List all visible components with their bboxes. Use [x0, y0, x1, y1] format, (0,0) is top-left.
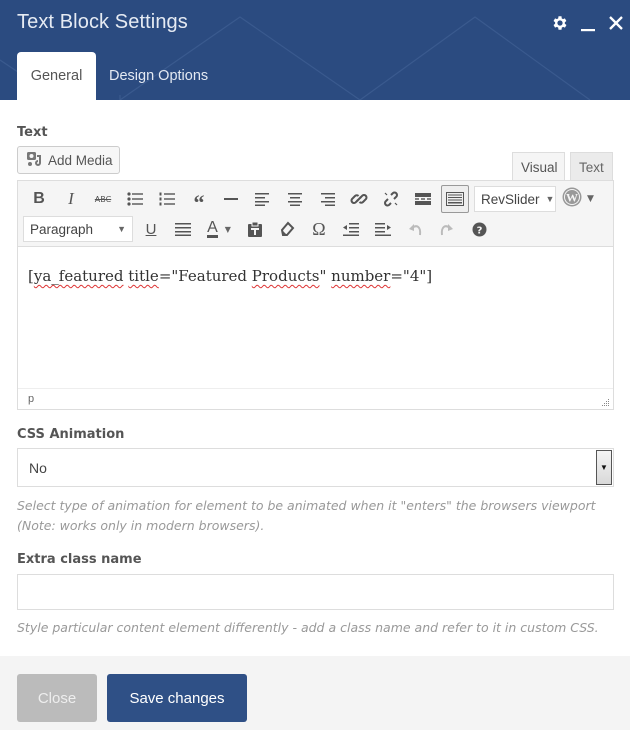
chevron-down-icon: ▼: [117, 224, 126, 234]
chevron-down-icon: ▼: [545, 194, 555, 204]
add-media-label: Add Media: [48, 152, 113, 168]
chevron-down-icon: ▼: [596, 450, 612, 485]
media-icon: [26, 151, 43, 170]
redo-icon[interactable]: [431, 215, 463, 243]
align-left-icon[interactable]: [247, 185, 279, 213]
clear-formatting-icon[interactable]: [271, 215, 303, 243]
content-text: ="Featured: [158, 267, 252, 285]
numbered-list-icon[interactable]: [151, 185, 183, 213]
bold-icon[interactable]: B: [23, 185, 55, 213]
align-center-icon[interactable]: [279, 185, 311, 213]
save-changes-button[interactable]: Save changes: [107, 674, 247, 722]
paste-as-text-icon[interactable]: [239, 215, 271, 243]
wordpress-icon: W: [562, 187, 582, 211]
indent-icon[interactable]: [367, 215, 399, 243]
editor-toolbar: B I ABC “ RevSlider ▼ W ▼ Paragraph ▼ U …: [18, 181, 613, 247]
gear-icon[interactable]: [546, 10, 574, 36]
css-animation-help: Select type of animation for element to …: [17, 498, 596, 533]
text-label: Text: [17, 125, 48, 140]
add-media-button[interactable]: Add Media: [17, 146, 120, 174]
modal-title: Text Block Settings: [17, 11, 188, 33]
minimize-icon[interactable]: [574, 10, 602, 36]
extra-class-input[interactable]: [17, 574, 614, 610]
resize-handle-icon[interactable]: [602, 398, 610, 406]
outdent-icon[interactable]: [335, 215, 367, 243]
keyboard-shortcuts-icon[interactable]: ?: [463, 215, 495, 243]
content-text: number: [331, 267, 391, 285]
underline-icon[interactable]: U: [135, 215, 167, 243]
content-text: title: [128, 267, 159, 285]
tab-design-options[interactable]: Design Options: [96, 52, 221, 100]
modal-header: Text Block Settings General Design Optio…: [0, 0, 630, 100]
chevron-down-icon: ▼: [224, 224, 231, 234]
strikethrough-icon[interactable]: ABC: [87, 185, 119, 213]
svg-text:?: ?: [476, 225, 482, 236]
tab-visual[interactable]: Visual: [512, 152, 565, 181]
rich-text-editor: B I ABC “ RevSlider ▼ W ▼ Paragraph ▼ U …: [17, 180, 614, 410]
content-text: ="4"]: [390, 267, 433, 285]
justify-icon[interactable]: [167, 215, 199, 243]
css-animation-select[interactable]: No ▼: [17, 448, 614, 487]
italic-icon[interactable]: I: [55, 185, 87, 213]
revslider-label: RevSlider: [481, 191, 540, 207]
horizontal-line-icon[interactable]: [215, 185, 247, 213]
css-animation-value: No: [29, 459, 47, 476]
insert-link-icon[interactable]: [343, 185, 375, 213]
read-more-icon[interactable]: [407, 185, 439, 213]
content-text: ya_featured: [33, 267, 124, 285]
revslider-dropdown[interactable]: RevSlider ▼: [474, 186, 556, 212]
blockquote-icon[interactable]: “: [183, 185, 215, 215]
bulleted-list-icon[interactable]: [119, 185, 151, 213]
tab-general[interactable]: General: [17, 52, 96, 100]
content-text: Products: [251, 267, 320, 285]
text-color-icon: A: [207, 219, 218, 238]
format-select-value: Paragraph: [30, 221, 94, 237]
undo-icon[interactable]: [399, 215, 431, 243]
tab-bar: General Design Options: [17, 52, 221, 100]
chevron-down-icon: ▼: [587, 194, 594, 204]
wordpress-menu[interactable]: W ▼: [556, 185, 600, 213]
css-animation-label: CSS Animation: [17, 427, 125, 442]
modal-footer: Close Save changes: [0, 656, 630, 730]
editor-status-bar: p: [18, 388, 613, 409]
text-color-button[interactable]: A ▼: [199, 215, 239, 243]
remove-link-icon[interactable]: [375, 185, 407, 213]
editor-content[interactable]: [ya_featured title="Featured Products" n…: [18, 248, 613, 388]
tab-text[interactable]: Text: [570, 152, 613, 181]
extra-class-label: Extra class name: [17, 552, 142, 567]
format-select[interactable]: Paragraph ▼: [23, 216, 133, 242]
extra-class-help: Style particular content element differe…: [17, 620, 599, 635]
special-character-icon[interactable]: Ω: [303, 215, 335, 243]
content-text: ": [319, 267, 332, 285]
close-icon[interactable]: [602, 10, 630, 36]
close-button[interactable]: Close: [17, 674, 97, 722]
element-path[interactable]: p: [28, 393, 34, 405]
align-right-icon[interactable]: [311, 185, 343, 213]
svg-text:W: W: [566, 191, 578, 205]
toolbar-toggle-icon[interactable]: [441, 185, 469, 213]
